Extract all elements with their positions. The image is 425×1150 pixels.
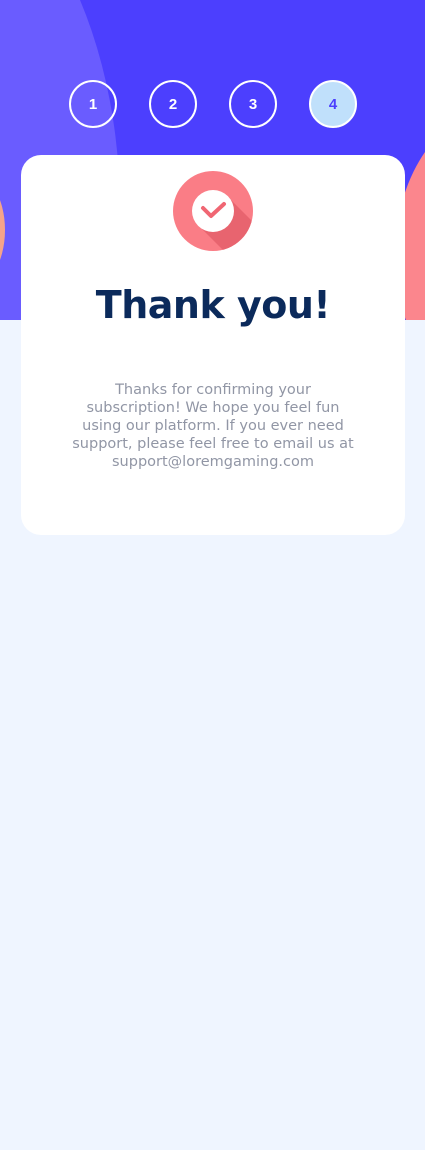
step-indicator: 1 2 3 4 [69, 80, 357, 128]
page-title: Thank you! [95, 283, 331, 327]
step-3[interactable]: 3 [229, 80, 277, 128]
step-4[interactable]: 4 [309, 80, 357, 128]
confirmation-card: Thank you! Thanks for confirming your su… [21, 155, 405, 535]
step-1[interactable]: 1 [69, 80, 117, 128]
confirmation-message: Thanks for confirming your subscription!… [72, 382, 354, 470]
check-circle-icon [173, 171, 253, 251]
step-2[interactable]: 2 [149, 80, 197, 128]
